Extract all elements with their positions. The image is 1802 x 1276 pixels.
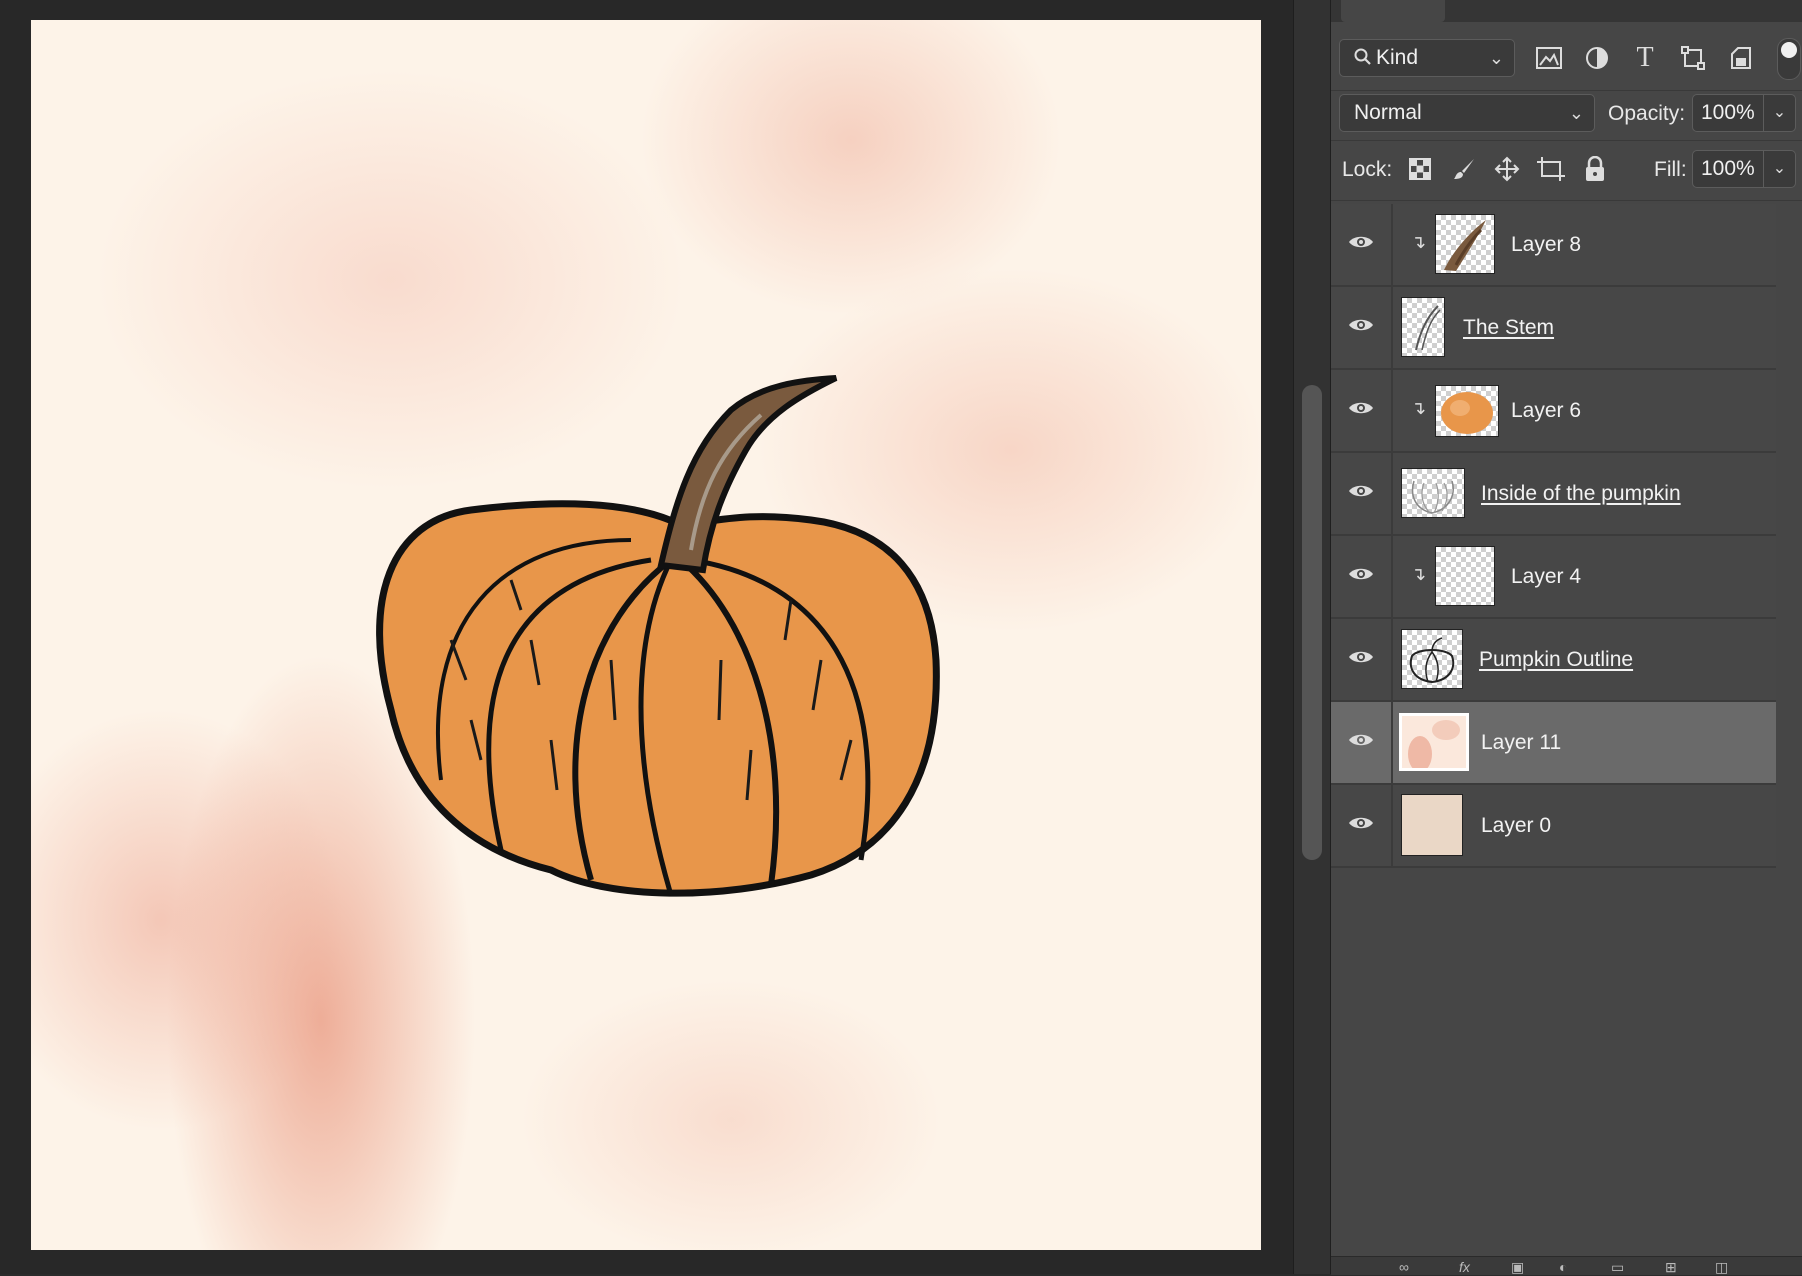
visibility-toggle[interactable]: [1331, 370, 1393, 451]
layer-row[interactable]: ↴ Layer 8: [1331, 204, 1776, 287]
layer-name[interactable]: Layer 11: [1481, 702, 1561, 783]
eye-icon: [1348, 732, 1374, 753]
chevron-down-icon: ⌄: [1568, 103, 1584, 123]
layer-thumbnail[interactable]: [1435, 214, 1495, 274]
clipping-mask-icon: ↴: [1411, 232, 1427, 252]
panel-divider: [1331, 90, 1802, 91]
layer-row[interactable]: Layer 11: [1331, 702, 1776, 785]
smart-object-filter-icon[interactable]: [1726, 43, 1756, 73]
layer-name[interactable]: Layer 0: [1481, 785, 1551, 866]
scrollbar-thumb[interactable]: [1302, 385, 1322, 860]
shape-filter-icon[interactable]: [1678, 43, 1708, 73]
tab-layers[interactable]: [1341, 0, 1445, 22]
trash-icon[interactable]: ◫: [1715, 1259, 1728, 1276]
clipping-mask-icon: ↴: [1411, 398, 1427, 418]
filter-toggle[interactable]: [1777, 38, 1801, 80]
fill-label: Fill:: [1654, 158, 1687, 181]
opacity-chevron-button[interactable]: ⌄: [1764, 94, 1796, 132]
visibility-toggle[interactable]: [1331, 536, 1393, 617]
lock-artboard-icon[interactable]: [1536, 154, 1566, 184]
layer-thumbnail[interactable]: [1435, 546, 1495, 606]
fill-field[interactable]: 100%: [1692, 150, 1764, 188]
search-icon: [1354, 42, 1376, 78]
layer-list: ↴ Layer 8 The Stem ↴ Layer 6 Inside of t…: [1331, 204, 1776, 868]
eye-icon: [1348, 815, 1374, 836]
layer-thumbnail[interactable]: [1401, 468, 1465, 518]
eye-icon: [1348, 649, 1374, 670]
visibility-toggle[interactable]: [1331, 287, 1393, 368]
layer-name[interactable]: Layer 8: [1511, 204, 1581, 285]
canvas-scrollbar[interactable]: [1293, 0, 1330, 1274]
layer-row[interactable]: The Stem: [1331, 287, 1776, 370]
blend-mode-value: Normal: [1354, 101, 1422, 124]
layer-thumbnail[interactable]: [1401, 794, 1463, 856]
layers-panel: Kind ⌄ T Normal ⌄ Opacity: 100% ⌄ Lock: …: [1330, 0, 1802, 1275]
visibility-toggle[interactable]: [1331, 453, 1393, 534]
document-canvas[interactable]: [31, 20, 1261, 1250]
layer-name[interactable]: Inside of the pumpkin: [1481, 453, 1681, 534]
layer-row[interactable]: Inside of the pumpkin: [1331, 453, 1776, 536]
layer-row[interactable]: ↴ Layer 6: [1331, 370, 1776, 453]
blend-mode-dropdown[interactable]: Normal ⌄: [1339, 94, 1595, 132]
adjustment-filter-icon[interactable]: [1582, 43, 1612, 73]
lock-all-icon[interactable]: [1580, 154, 1610, 184]
clipping-mask-icon: ↴: [1411, 564, 1427, 584]
toggle-knob: [1781, 42, 1797, 58]
visibility-toggle[interactable]: [1331, 785, 1393, 866]
panel-footer: ∞ fx ▣ ◐ ▭ ⊞ ◫: [1331, 1256, 1802, 1275]
new-layer-icon[interactable]: ⊞: [1665, 1259, 1677, 1276]
layer-name[interactable]: The Stem: [1463, 287, 1554, 368]
chevron-down-icon: ⌄: [1488, 48, 1504, 68]
filter-kind-label: Kind: [1376, 46, 1419, 69]
visibility-toggle[interactable]: [1331, 702, 1393, 783]
layer-name[interactable]: Pumpkin Outline: [1479, 619, 1633, 700]
eye-icon: [1348, 400, 1374, 421]
visibility-toggle[interactable]: [1331, 619, 1393, 700]
add-mask-icon[interactable]: ▣: [1511, 1259, 1524, 1276]
layer-row[interactable]: Layer 0: [1331, 785, 1776, 868]
panel-divider: [1331, 200, 1802, 201]
layer-thumbnail[interactable]: [1399, 713, 1469, 771]
eye-icon: [1348, 566, 1374, 587]
opacity-label: Opacity:: [1608, 102, 1686, 125]
layer-name[interactable]: Layer 4: [1511, 536, 1581, 617]
document-workspace: [0, 0, 1293, 1274]
layer-thumbnail[interactable]: [1401, 629, 1463, 689]
layer-thumbnail[interactable]: [1401, 297, 1445, 357]
fx-icon[interactable]: fx: [1459, 1259, 1470, 1275]
layer-thumbnail[interactable]: [1435, 385, 1499, 437]
type-filter-icon[interactable]: T: [1630, 42, 1660, 73]
image-filter-icon[interactable]: [1534, 43, 1564, 73]
lock-image-pixels-icon[interactable]: [1449, 154, 1479, 184]
pumpkin-artwork: [376, 375, 940, 897]
eye-icon: [1348, 317, 1374, 338]
lock-transparent-pixels-icon[interactable]: [1405, 154, 1435, 184]
opacity-field[interactable]: 100%: [1692, 94, 1764, 132]
link-layers-icon[interactable]: ∞: [1399, 1259, 1409, 1275]
panel-divider: [1331, 140, 1802, 141]
lock-position-icon[interactable]: [1492, 154, 1522, 184]
eye-icon: [1348, 234, 1374, 255]
visibility-toggle[interactable]: [1331, 204, 1393, 285]
layer-name[interactable]: Layer 6: [1511, 370, 1581, 451]
panel-tab-bar: [1331, 0, 1802, 22]
adjustment-layer-icon[interactable]: ◐: [1559, 1259, 1567, 1275]
layer-row[interactable]: Pumpkin Outline: [1331, 619, 1776, 702]
eye-icon: [1348, 483, 1374, 504]
lock-label: Lock:: [1342, 158, 1393, 181]
filter-kind-dropdown[interactable]: Kind ⌄: [1339, 39, 1515, 77]
fill-chevron-button[interactable]: ⌄: [1764, 150, 1796, 188]
layer-row[interactable]: ↴ Layer 4: [1331, 536, 1776, 619]
group-folder-icon[interactable]: ▭: [1611, 1259, 1624, 1276]
